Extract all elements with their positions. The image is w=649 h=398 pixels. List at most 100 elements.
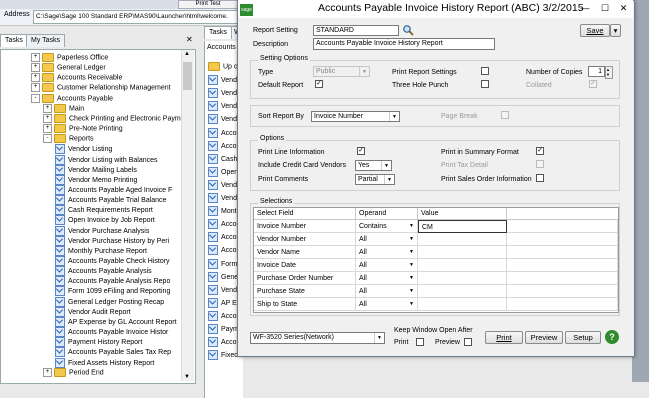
grid-cell-value[interactable] [418,259,507,272]
collapse-icon[interactable]: - [31,93,40,103]
grid-cell-field[interactable]: Ship to State [254,298,356,311]
operand-dropdown-icon[interactable]: ▼ [409,275,414,281]
tree-item[interactable]: Form 1099 eFiling and Reporting [55,286,170,297]
include-cc-vendors-select[interactable]: Yes ▼ [355,160,392,171]
report-setting-input[interactable]: STANDARD [313,25,399,36]
printer-select[interactable]: WF-3520 Series(Network) ▼ [250,332,385,344]
tree-item[interactable]: Accounts Payable Invoice Histor [55,327,168,338]
tree-item[interactable]: Vendor Mailing Labels [55,164,137,175]
mid-tab-tasks[interactable]: Tasks [204,26,232,39]
print-in-summary-format-checkbox[interactable]: ✓ [536,147,544,155]
expand-icon[interactable]: + [31,53,40,62]
operand-dropdown-icon[interactable]: ▼ [409,249,414,255]
grid-cell-extra[interactable] [507,233,618,246]
grid-cell-extra[interactable] [507,272,618,285]
collapse-icon[interactable]: - [43,134,52,144]
expand-icon[interactable]: + [43,103,52,113]
operand-dropdown-icon[interactable]: ▼ [409,262,414,268]
tree-item[interactable]: Accounts Payable Aged Invoice F [55,184,172,195]
grid-cell-field[interactable]: Vendor Number [254,233,356,246]
help-icon[interactable]: ? [605,330,619,344]
print-comments-select[interactable]: Partial ▼ [355,174,395,185]
grid-cell-extra[interactable] [507,298,618,311]
tab-tasks[interactable]: Tasks [0,34,28,47]
print-report-settings-checkbox[interactable] [481,67,489,75]
tree-scrollbar[interactable]: ▲ ▼ [181,50,194,381]
expand-icon[interactable]: + [43,113,52,123]
tree-item[interactable]: + Paperless Office [31,53,108,63]
address-input[interactable]: C:\Sage\Sage 100 Standard ERP\MAS90\Laun… [33,10,242,24]
tree-item[interactable]: Accounts Payable Trial Balance [55,195,166,206]
expand-icon[interactable]: + [43,367,52,377]
tree-item[interactable]: + Period End [43,367,104,378]
tree-item[interactable]: + Main [43,103,84,114]
scroll-thumb[interactable] [183,62,192,90]
tree-item[interactable]: Monthly Purchase Report [55,245,147,256]
grid-cell-field[interactable]: Purchase Order Number [254,272,356,285]
tree-item[interactable]: Accounts Payable Analysis Repo [55,276,170,287]
tree-item[interactable]: + Customer Relationship Management [31,83,171,93]
tree-item[interactable]: Vendor Listing [55,144,112,155]
preview-button[interactable]: Preview [525,331,563,344]
tree-item[interactable]: - Reports [43,134,94,144]
sort-report-by-select[interactable]: Invoice Number ▼ [311,111,400,122]
tab-my-tasks[interactable]: My Tasks [26,34,66,47]
grid-cell-value[interactable] [418,298,507,311]
grid-cell-value[interactable] [418,233,507,246]
grid-cell-value[interactable]: CM [418,220,507,233]
expand-icon[interactable]: + [43,124,52,134]
maximize-icon[interactable]: ☐ [596,0,614,16]
tree-item[interactable]: Vendor Listing with Balances [55,154,158,165]
save-button[interactable]: Save [580,24,610,37]
tree-item[interactable]: Accounts Payable Sales Tax Rep [55,347,171,358]
tree-item[interactable]: General Ledger Posting Recap [55,296,164,307]
grid-cell-extra[interactable] [507,220,618,233]
keep-open-print-checkbox[interactable] [416,338,424,346]
tree-item[interactable]: + General Ledger [31,63,106,73]
grid-cell-extra[interactable] [507,246,618,259]
default-report-checkbox[interactable]: ✓ [315,80,323,88]
grid-cell-extra[interactable] [507,259,618,272]
minimize-icon[interactable]: — [576,0,594,16]
tree-item[interactable]: Accounts Payable Analysis [55,266,152,277]
tree-item[interactable]: + Pre-Note Printing [43,124,123,134]
operand-dropdown-icon[interactable]: ▼ [409,236,414,242]
scroll-down-icon[interactable]: ▼ [184,374,190,380]
grid-cell-value[interactable] [418,285,507,298]
tree-item[interactable]: Cash Requirements Report [55,205,153,216]
save-dropdown-icon[interactable]: ▾ [610,24,621,37]
tree-item[interactable]: Accounts Payable Check History [55,256,170,266]
tree-item[interactable]: - Accounts Payable [31,93,113,104]
tree-item[interactable]: + Check Printing and Electronic Paymer [43,113,187,124]
top-tab[interactable]: Print Test [178,0,238,9]
grid-cell-field[interactable]: Vendor Name [254,246,356,259]
copies-spinner-icon[interactable]: ▲ ▼ [605,66,613,79]
grid-cell-value[interactable] [418,272,507,285]
tree-item[interactable]: AP Expense by GL Account Report [55,316,177,327]
grid-cell-extra[interactable] [507,285,618,298]
scroll-up-icon[interactable]: ▲ [184,51,190,57]
tree-item[interactable]: Vendor Purchase History by Peri [55,235,169,246]
tree-item[interactable]: Vendor Audit Report [55,306,131,317]
three-hole-punch-checkbox[interactable] [481,80,489,88]
close-icon[interactable]: ✕ [186,35,193,44]
search-icon[interactable] [402,24,414,36]
tree-item[interactable]: Fixed Assets History Report [55,357,154,368]
tree-item[interactable]: Open Invoice by Job Report [55,215,155,226]
keep-open-preview-checkbox[interactable] [464,338,472,346]
grid-cell-value[interactable] [418,246,507,259]
print-sales-order-info-checkbox[interactable] [536,174,544,182]
grid-cell-field[interactable]: Invoice Date [254,259,356,272]
number-of-copies-input[interactable]: 1 [588,66,605,77]
tree-item[interactable]: Vendor Memo Printing [55,174,137,185]
close-window-icon[interactable]: ✕ [615,0,632,16]
print-button[interactable]: Print [485,331,523,344]
tree-item[interactable]: Payment History Report [55,337,142,348]
setup-button[interactable]: Setup [565,331,601,344]
expand-icon[interactable]: + [31,83,40,93]
print-line-information-checkbox[interactable]: ✓ [357,147,365,155]
operand-dropdown-icon[interactable]: ▼ [409,288,414,294]
operand-dropdown-icon[interactable]: ▼ [409,223,414,229]
operand-dropdown-icon[interactable]: ▼ [409,301,414,307]
grid-cell-field[interactable]: Purchase State [254,285,356,298]
